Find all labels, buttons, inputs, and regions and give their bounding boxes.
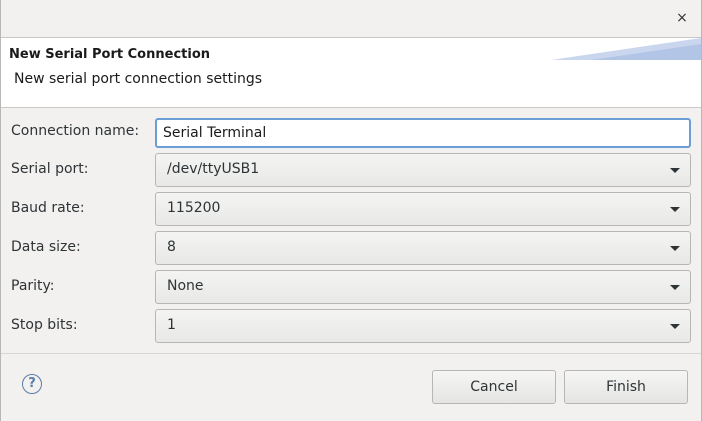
baud-rate-label: Baud rate:	[11, 200, 85, 216]
chevron-down-icon	[670, 207, 680, 212]
parity-select[interactable]: None	[155, 270, 691, 304]
wizard-title: New Serial Port Connection	[9, 47, 211, 62]
connection-name-row: Connection name:	[1, 108, 701, 148]
cancel-button[interactable]: Cancel	[432, 370, 556, 404]
serial-port-row: Serial port: /dev/ttyUSB1	[1, 152, 701, 187]
close-icon[interactable]: ×	[673, 9, 691, 27]
chevron-down-icon	[670, 168, 680, 173]
help-icon[interactable]: ?	[22, 374, 42, 394]
chevron-down-icon	[670, 246, 680, 251]
connection-name-input[interactable]	[155, 118, 691, 148]
parity-row: Parity: None	[1, 269, 701, 304]
stop-bits-row: Stop bits: 1	[1, 308, 701, 343]
header-banner-graphic	[551, 38, 701, 60]
footer-divider	[1, 353, 701, 354]
chevron-down-icon	[670, 324, 680, 329]
baud-rate-value: 115200	[167, 200, 221, 216]
baud-rate-row: Baud rate: 115200	[1, 191, 701, 226]
data-size-label: Data size:	[11, 239, 81, 255]
wizard-header: New Serial Port Connection New serial po…	[1, 38, 701, 108]
serial-port-label: Serial port:	[11, 161, 89, 177]
title-bar: ×	[1, 0, 701, 38]
finish-button[interactable]: Finish	[564, 370, 688, 404]
baud-rate-select[interactable]: 115200	[155, 192, 691, 226]
stop-bits-select[interactable]: 1	[155, 309, 691, 343]
chevron-down-icon	[670, 285, 680, 290]
serial-port-select[interactable]: /dev/ttyUSB1	[155, 153, 691, 187]
stop-bits-label: Stop bits:	[11, 317, 78, 333]
parity-value: None	[167, 278, 204, 294]
data-size-value: 8	[167, 239, 176, 255]
stop-bits-value: 1	[167, 317, 176, 333]
parity-label: Parity:	[11, 278, 55, 294]
new-serial-connection-dialog: × New Serial Port Connection New serial …	[0, 0, 702, 421]
connection-name-label: Connection name:	[11, 123, 140, 139]
data-size-row: Data size: 8	[1, 230, 701, 265]
serial-port-value: /dev/ttyUSB1	[167, 161, 260, 177]
data-size-select[interactable]: 8	[155, 231, 691, 265]
connection-settings-form: Connection name: Serial port: /dev/ttyUS…	[1, 108, 701, 352]
wizard-description: New serial port connection settings	[14, 71, 263, 87]
